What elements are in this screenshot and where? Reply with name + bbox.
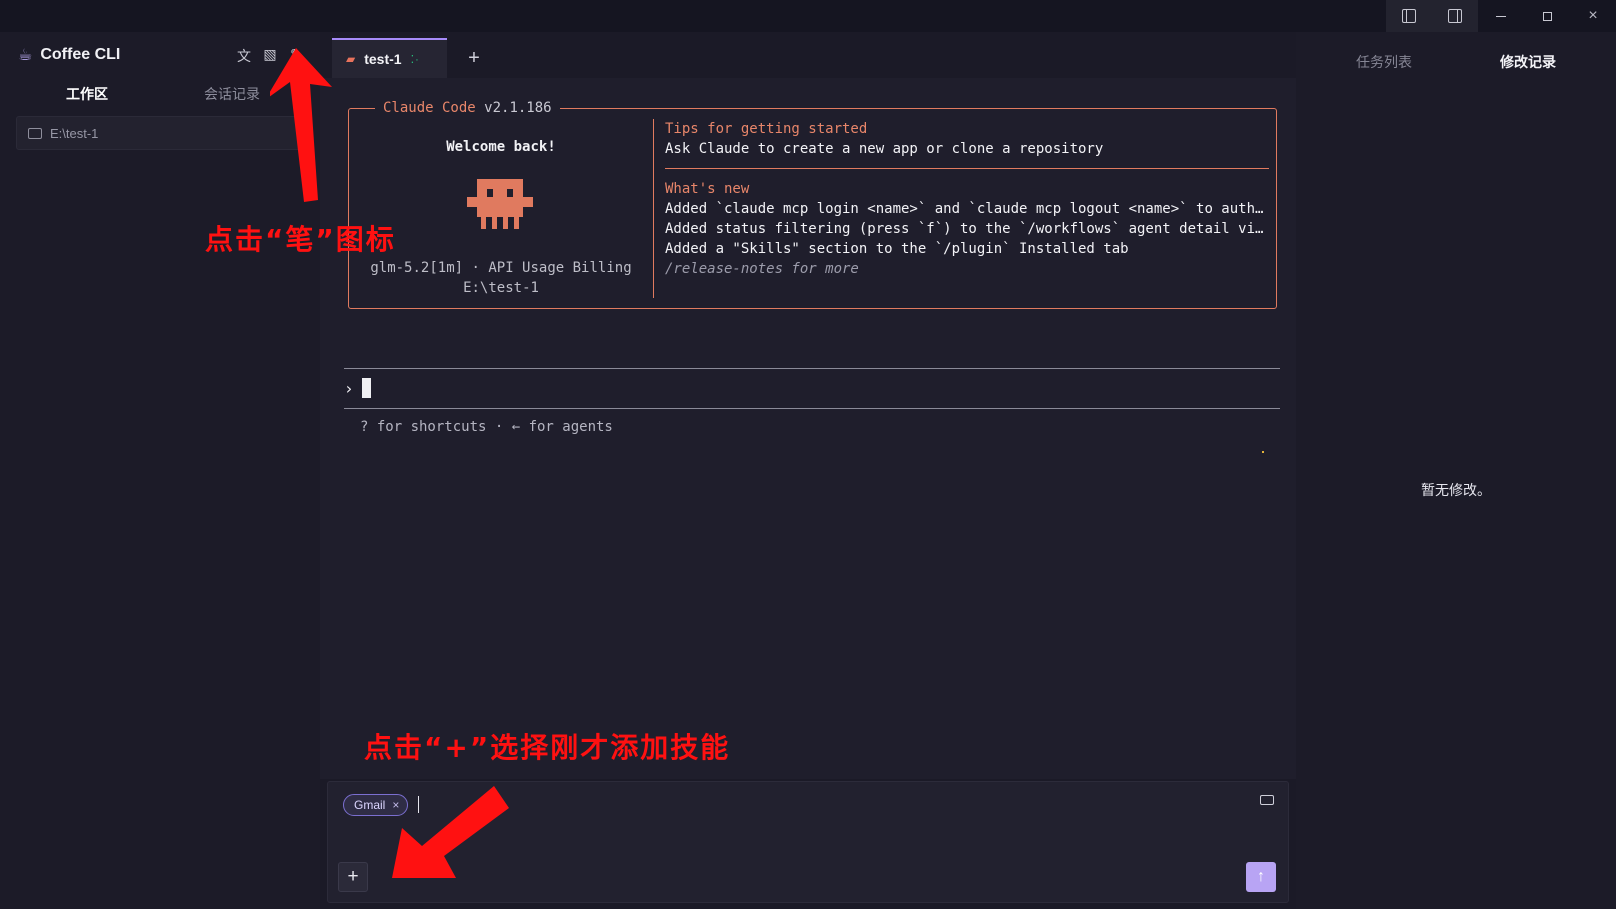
welcome-box: Claude Code v2.1.186 Welcome back! glm-5… [348, 100, 1277, 309]
tips-text: Ask Claude to create a new app or clone … [665, 141, 1104, 157]
annotation-pen-hint: 点击“笔”图标 [205, 223, 396, 256]
annotation-arrow-up-icon [270, 48, 332, 202]
tips-divider [665, 168, 1269, 169]
folder-icon [28, 127, 42, 139]
tab-task-list[interactable]: 任务列表 [1356, 52, 1412, 72]
window-titlebar: × [0, 0, 1616, 32]
welcome-left-pane: Welcome back! glm-5.2[1m] · API Usage Bi… [349, 109, 653, 308]
working-directory: E:\test-1 [463, 280, 539, 296]
model-info: glm-5.2[1m] · API Usage Billing [370, 260, 632, 276]
tips-title: Tips for getting started [665, 121, 868, 137]
tab-workspace[interactable]: 工作区 [66, 84, 108, 104]
minimize-button[interactable] [1478, 0, 1524, 32]
maximize-icon [1542, 11, 1552, 21]
maximize-button[interactable] [1524, 0, 1570, 32]
whats-new-item: Added a "Skills" section to the `/plugin… [665, 241, 1129, 257]
add-skill-button[interactable]: + [338, 862, 368, 892]
terminal-tabbar: ▰ test-1 ⁚· + [320, 32, 1300, 78]
terminal-tab[interactable]: ▰ test-1 ⁚· [332, 38, 447, 78]
toggle-left-panel-icon [1402, 9, 1416, 23]
brand: ☕ Coffee CLI [18, 45, 120, 65]
annotation-plus-hint: 点击“+”选择刚才添加技能 [364, 731, 731, 764]
terminal-pane[interactable]: Claude Code v2.1.186 Welcome back! glm-5… [320, 78, 1296, 779]
whats-new-item: Added status filtering (press `f`) to th… [665, 221, 1269, 237]
workspace-folder-item[interactable]: E:\test-1 [16, 116, 306, 150]
tab-change-history[interactable]: 修改记录 [1500, 52, 1556, 72]
release-notes-link: /release-notes for more [665, 261, 859, 277]
keyboard-icon[interactable] [1260, 795, 1274, 805]
claude-icon: ▰ [346, 52, 356, 66]
whats-new-item: Added `claude mcp login <name>` and `cla… [665, 201, 1269, 217]
prompt-symbol: › [344, 378, 354, 398]
welcome-text: Welcome back! [446, 139, 556, 155]
status-dot [1262, 451, 1264, 453]
minimize-icon [1496, 15, 1506, 17]
prompt-divider-bottom [344, 408, 1280, 409]
empty-state-text: 暂无修改。 [1421, 482, 1491, 498]
coffee-cup-icon: ☕ [18, 47, 33, 64]
close-icon: × [1588, 7, 1598, 24]
add-tab-button[interactable]: + [460, 44, 488, 72]
prompt-divider-top [344, 368, 1280, 369]
toggle-left-panel-button[interactable] [1386, 0, 1432, 32]
tab-status-dots-icon: ⁚· [410, 53, 420, 66]
close-button[interactable]: × [1570, 0, 1616, 32]
shortcuts-hint: ? for shortcuts · ← for agents [360, 419, 613, 435]
toggle-right-panel-button[interactable] [1432, 0, 1478, 32]
claude-mascot-icon [467, 179, 533, 229]
toggle-right-panel-icon [1448, 9, 1462, 23]
translate-icon[interactable]: 文 [236, 46, 252, 66]
app-title: Coffee CLI [40, 46, 121, 63]
welcome-right-pane: Tips for getting started Ask Claude to c… [665, 119, 1269, 279]
send-button[interactable]: ↑ [1246, 862, 1276, 892]
tab-session-history[interactable]: 会话记录 [204, 84, 260, 104]
terminal-tab-label: test-1 [364, 51, 402, 67]
whats-new-title: What's new [665, 181, 750, 197]
message-input[interactable] [424, 792, 1224, 820]
terminal-cursor [361, 378, 371, 398]
right-panel: 任务列表 修改记录 暂无修改。 [1296, 32, 1616, 909]
welcome-divider [653, 119, 654, 298]
terminal-prompt[interactable]: › [344, 378, 371, 398]
folder-path: E:\test-1 [50, 125, 99, 141]
skill-chip-label: Gmail [354, 798, 386, 812]
annotation-arrow-down-left-icon [392, 786, 509, 878]
